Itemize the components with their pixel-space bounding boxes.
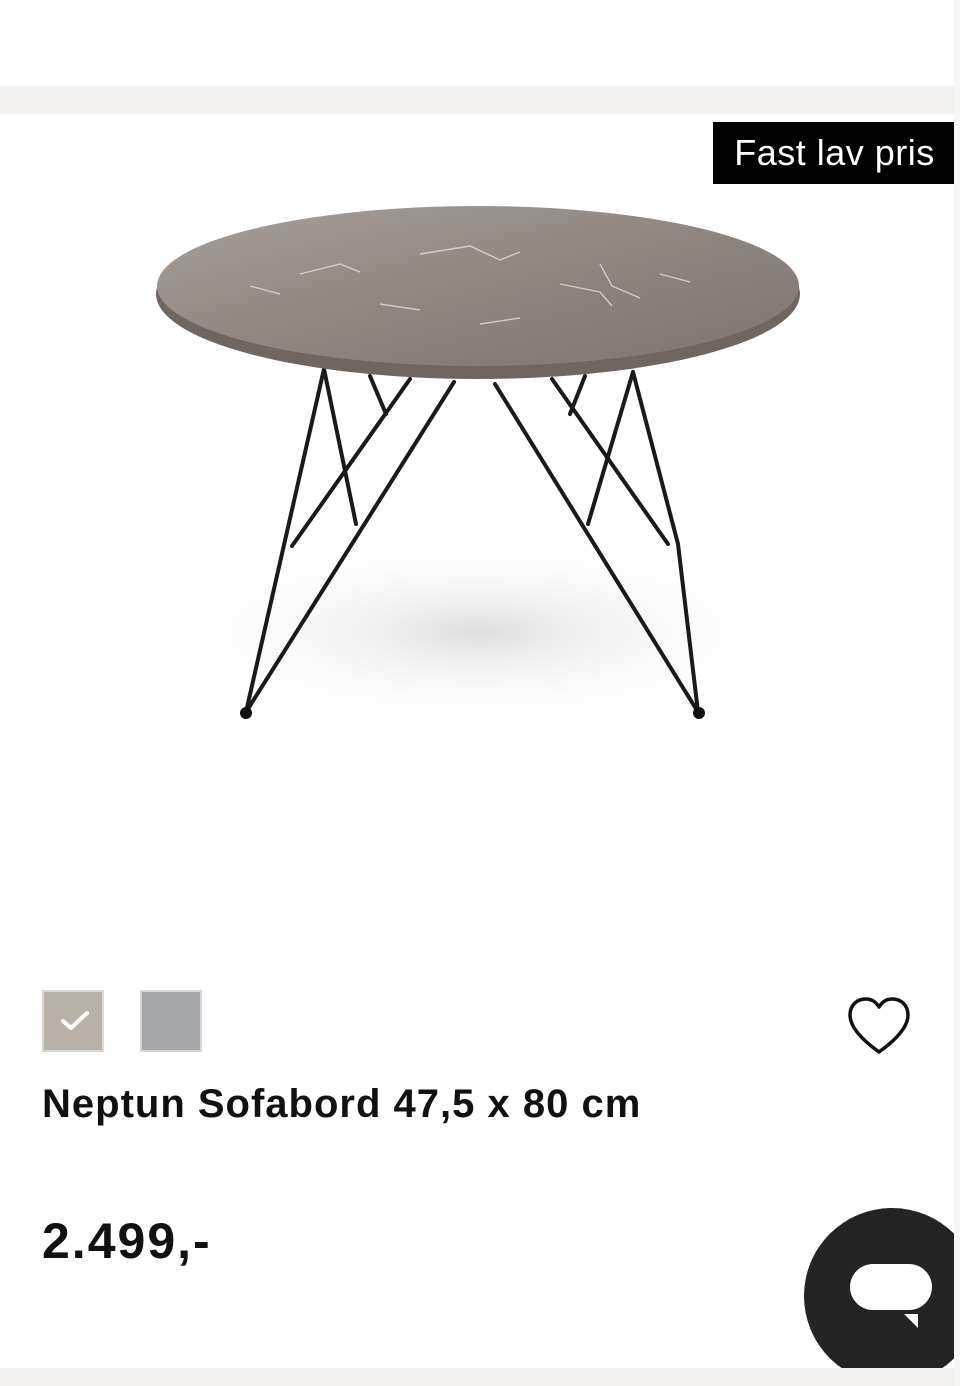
chat-button[interactable] <box>804 1208 960 1384</box>
footer-divider <box>0 1368 960 1386</box>
scroll-edge <box>954 0 960 1386</box>
favorite-button[interactable] <box>845 994 913 1058</box>
chat-bubble-icon <box>850 1264 932 1328</box>
color-swatch-selected[interactable] <box>42 990 104 1052</box>
color-swatch[interactable] <box>140 990 202 1052</box>
header-divider <box>0 86 960 114</box>
product-price: 2.499,- <box>42 1213 212 1269</box>
check-icon <box>61 1011 89 1030</box>
product-title[interactable]: Neptun Sofabord 47,5 x 80 cm <box>42 1082 641 1127</box>
product-image[interactable] <box>0 114 960 934</box>
heart-icon <box>848 997 910 1054</box>
price-badge: Fast lav pris <box>713 122 956 184</box>
